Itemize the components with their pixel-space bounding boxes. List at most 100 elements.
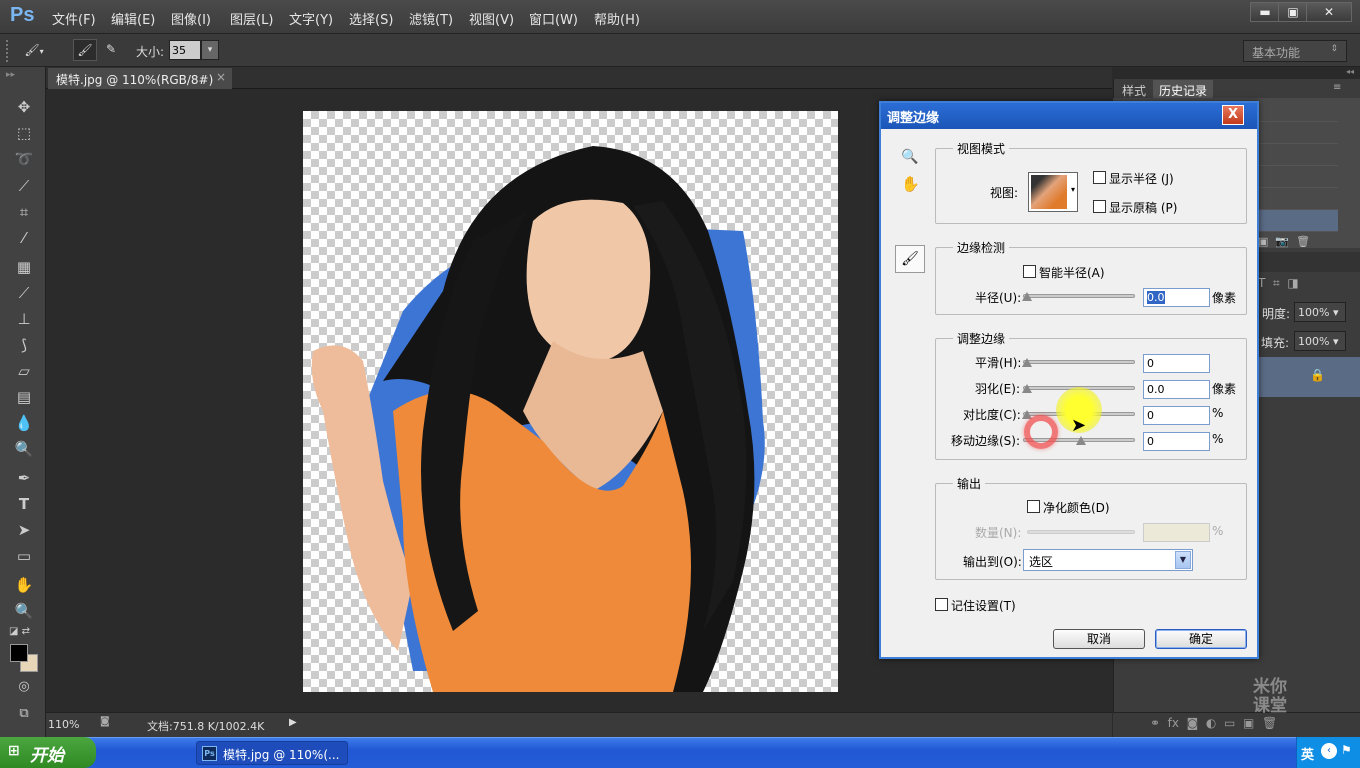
gradient-tool-icon[interactable]: ▤ bbox=[12, 386, 36, 408]
foreground-color-swatch[interactable] bbox=[10, 644, 28, 662]
feather-slider-thumb[interactable] bbox=[1022, 384, 1032, 393]
cancel-button[interactable]: 取消 bbox=[1053, 629, 1145, 649]
move-tool-icon[interactable]: ✥ bbox=[12, 96, 36, 118]
edge-detection-title: 边缘检测 bbox=[953, 239, 1010, 256]
hand-tool-icon[interactable]: ✋ bbox=[901, 175, 920, 193]
input-language-indicator[interactable]: 英 bbox=[1301, 744, 1314, 763]
opacity-value: 100% bbox=[1298, 306, 1330, 319]
default-colors-icon[interactable]: ◪ ⇄ bbox=[9, 626, 30, 637]
screen-mode-icon[interactable]: ⧉ bbox=[12, 703, 36, 725]
close-window-button[interactable]: ✕ bbox=[1306, 2, 1352, 22]
refine-radius-brush-icon[interactable]: 🖌 bbox=[895, 245, 925, 273]
contrast-input[interactable]: 0 bbox=[1143, 406, 1210, 425]
eraser-tool-icon[interactable]: ▱ bbox=[12, 360, 36, 382]
healing-brush-tool-icon[interactable]: ▦ bbox=[12, 256, 36, 278]
quick-mask-icon[interactable]: ◎ bbox=[12, 676, 36, 698]
menu-filter[interactable]: 滤镜(T) bbox=[409, 9, 453, 28]
menu-view[interactable]: 视图(V) bbox=[469, 9, 514, 28]
marquee-tool-icon[interactable]: ⬚ bbox=[12, 122, 36, 144]
workspace-select[interactable]: 基本功能 ⇕ bbox=[1243, 40, 1347, 62]
smooth-input[interactable]: 0 bbox=[1143, 354, 1210, 373]
tab-history[interactable]: 历史记录 bbox=[1153, 80, 1214, 98]
tray-app-icon[interactable]: ⚑ bbox=[1341, 743, 1352, 757]
lasso-tool-icon[interactable]: ➰ bbox=[12, 148, 36, 170]
type-tool-icon[interactable]: T bbox=[12, 493, 36, 515]
refine-brush-preset-icon[interactable]: 🖌▾ bbox=[22, 40, 46, 62]
remember-settings-checkbox[interactable] bbox=[935, 598, 948, 611]
feather-input[interactable]: 0.0 bbox=[1143, 380, 1210, 399]
path-selection-tool-icon[interactable]: ➤ bbox=[12, 519, 36, 541]
maximize-button[interactable]: ▣ bbox=[1278, 2, 1308, 22]
system-tray: 英 ‹ ⚑ bbox=[1296, 737, 1360, 768]
output-to-select[interactable]: 选区 ▼ bbox=[1023, 549, 1193, 571]
blur-tool-icon[interactable]: 💧 bbox=[12, 412, 36, 434]
menu-layer[interactable]: 图层(L) bbox=[230, 9, 273, 28]
menu-select[interactable]: 选择(S) bbox=[349, 9, 393, 28]
show-radius-checkbox[interactable] bbox=[1093, 171, 1106, 184]
status-info-icon[interactable]: ◙ bbox=[100, 716, 110, 727]
menu-type[interactable]: 文字(Y) bbox=[289, 9, 333, 28]
status-menu-arrow-icon[interactable]: ▶ bbox=[289, 717, 297, 728]
layer-filter-icons[interactable]: T ⌗ ◨ bbox=[1258, 276, 1299, 291]
radius-slider-thumb[interactable] bbox=[1022, 292, 1032, 301]
radius-value: 0.0 bbox=[1147, 291, 1165, 304]
radius-slider[interactable] bbox=[1023, 294, 1135, 298]
amount-slider bbox=[1027, 530, 1135, 534]
menu-file[interactable]: 文件(F) bbox=[52, 9, 96, 28]
brush-size-input[interactable]: 35 bbox=[169, 40, 201, 60]
shift-edge-input[interactable]: 0 bbox=[1143, 432, 1210, 451]
zoom-level[interactable]: 110% bbox=[48, 718, 79, 731]
close-tab-icon[interactable]: × bbox=[216, 70, 226, 84]
tab-styles[interactable]: 样式 bbox=[1116, 80, 1153, 98]
erase-refinements-tool-icon[interactable]: ✎ bbox=[99, 39, 123, 61]
quick-selection-tool-icon[interactable]: ⟋ bbox=[12, 175, 36, 197]
smart-radius-checkbox[interactable] bbox=[1023, 265, 1036, 278]
fill-field[interactable]: 100% ▾ bbox=[1294, 331, 1346, 351]
menu-image[interactable]: 图像(I) bbox=[171, 9, 211, 28]
smooth-slider[interactable] bbox=[1023, 360, 1135, 364]
hand-tool-icon[interactable]: ✋ bbox=[12, 574, 36, 596]
brush-tool-icon[interactable]: ⟋ bbox=[12, 282, 36, 304]
eyedropper-tool-icon[interactable]: ⁄ bbox=[12, 227, 36, 249]
document-canvas[interactable] bbox=[303, 111, 838, 692]
contrast-label: 对比度(C): bbox=[963, 408, 1021, 422]
dialog-close-button[interactable]: X bbox=[1222, 105, 1244, 125]
chevron-down-icon: ▾ bbox=[1070, 185, 1075, 194]
start-label: 开始 bbox=[30, 746, 64, 766]
view-thumbnail-select[interactable]: ▾ bbox=[1028, 172, 1078, 212]
taskbar-item-photoshop[interactable]: Ps 模特.jpg @ 110%(... bbox=[196, 741, 348, 765]
pen-tool-icon[interactable]: ✒ bbox=[12, 467, 36, 489]
decontaminate-label: 净化颜色(D) bbox=[1043, 501, 1110, 515]
clone-stamp-tool-icon[interactable]: ⊥ bbox=[12, 308, 36, 330]
menu-window[interactable]: 窗口(W) bbox=[529, 9, 578, 28]
smooth-slider-thumb[interactable] bbox=[1022, 358, 1032, 367]
start-button[interactable]: ⊞ 开始 bbox=[0, 737, 96, 768]
show-original-checkbox[interactable] bbox=[1093, 200, 1106, 213]
brush-size-dropdown[interactable]: ▾ bbox=[201, 40, 219, 60]
dialog-title[interactable]: 调整边缘 bbox=[881, 103, 1257, 129]
opacity-field[interactable]: 100% ▾ bbox=[1294, 302, 1346, 322]
history-footer-icons[interactable]: ▣ 📷 🗑 bbox=[1258, 235, 1310, 248]
ok-button[interactable]: 确定 bbox=[1155, 629, 1247, 649]
rectangle-tool-icon[interactable]: ▭ bbox=[12, 545, 36, 567]
history-brush-tool-icon[interactable]: ⟆ bbox=[12, 334, 36, 356]
decontaminate-checkbox[interactable] bbox=[1027, 500, 1040, 513]
radius-input[interactable]: 0.0 bbox=[1143, 288, 1210, 307]
document-tab[interactable]: 模特.jpg @ 110%(RGB/8#) × bbox=[48, 68, 232, 89]
menu-edit[interactable]: 编辑(E) bbox=[111, 9, 155, 28]
menu-help[interactable]: 帮助(H) bbox=[594, 9, 640, 28]
options-grip[interactable] bbox=[6, 40, 10, 62]
collapse-tools-icon[interactable]: ▸▸ bbox=[6, 70, 15, 80]
refine-radius-tool-icon[interactable]: 🖌 bbox=[73, 39, 97, 61]
zoom-tool-icon[interactable]: 🔍 bbox=[901, 149, 918, 165]
click-indicator bbox=[1024, 415, 1058, 449]
dodge-tool-icon[interactable]: 🔍 bbox=[12, 438, 36, 460]
tray-expand-icon[interactable]: ‹ bbox=[1321, 743, 1337, 759]
minimize-button[interactable]: ▬ bbox=[1250, 2, 1280, 22]
panel-collapse-bar[interactable]: ◂◂ bbox=[1113, 67, 1360, 79]
panel-menu-icon[interactable]: ≡ bbox=[1333, 82, 1341, 93]
zoom-tool-icon[interactable]: 🔍 bbox=[12, 600, 36, 622]
layers-footer-icons[interactable]: ⚭ fx ◙ ◐ ▭ ▣ 🗑 bbox=[1150, 716, 1277, 730]
shift-edge-slider-thumb[interactable] bbox=[1076, 436, 1086, 445]
crop-tool-icon[interactable]: ⌗ bbox=[12, 201, 36, 223]
